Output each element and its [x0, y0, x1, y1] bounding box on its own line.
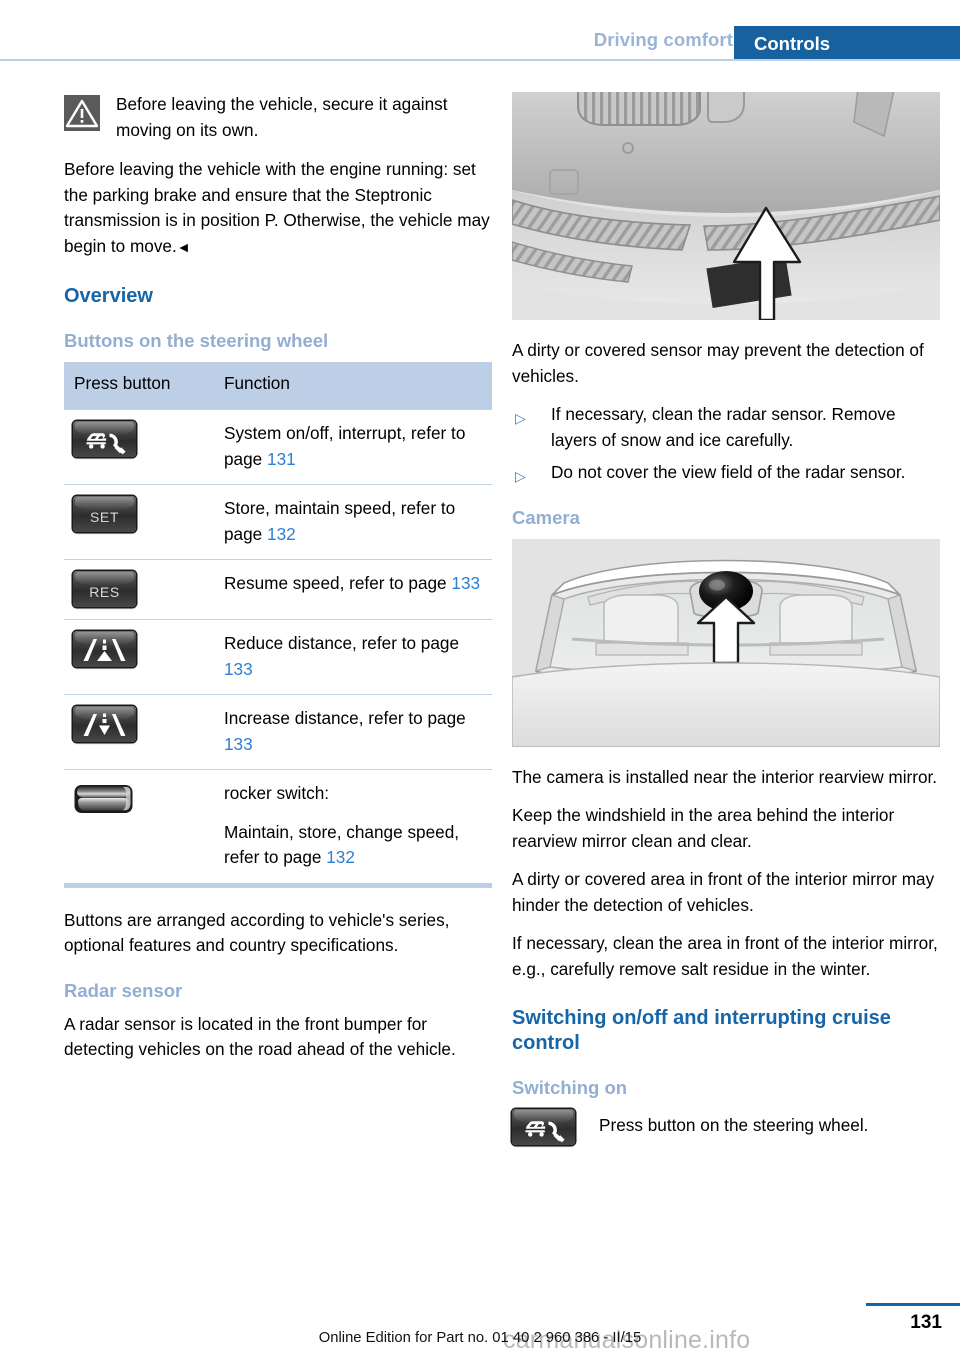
cell-function-text: rocker switch: Maintain, store, change s… [214, 769, 492, 883]
set-button-icon: SET [73, 496, 136, 532]
heading-overview: Overview [64, 285, 153, 307]
page-header: Driving comfort Controls [0, 0, 960, 61]
list-item: ▷ If necessary, clean the radar sensor. … [512, 402, 940, 453]
warning-body-text: Before leaving the vehicle with the engi… [64, 159, 490, 256]
page-reference[interactable]: 132 [326, 847, 355, 867]
cell-function-text: Increase distance, refer to page 133 [214, 694, 492, 770]
triangle-bullet-icon: ▷ [515, 468, 526, 484]
heading-buttons-on-steering-wheel: Buttons on the steering wheel [64, 330, 329, 351]
list-item-label: Do not cover the view field of the radar… [551, 462, 906, 482]
warning-block: Before leaving the vehicle, secure it ag… [64, 92, 492, 143]
res-button-icon: RES [73, 571, 136, 607]
function-text: Resume speed, refer to page [224, 573, 452, 593]
camera-paragraph: Keep the windshield in the area behind t… [512, 805, 895, 851]
reduce-distance-icon [73, 631, 136, 667]
function-line: Reduce distance, refer to page 133 [224, 631, 482, 682]
header-section-badge: Controls [734, 26, 960, 60]
page-reference[interactable]: 133 [224, 734, 253, 754]
cell-button-icon: SET [64, 484, 214, 560]
function-text: Reduce distance, refer to page [224, 633, 460, 653]
warning-triangle-icon [64, 95, 100, 131]
table-row: SET Store, maintain speed, refer to page… [64, 484, 492, 560]
switching-on-text: Press button on the steering wheel. [599, 1115, 869, 1135]
column-header-press-button: Press button [64, 362, 214, 410]
function-text: Store, maintain speed, refer to page [224, 498, 456, 544]
buttons-arrangement-paragraph: Buttons are arranged according to vehicl… [64, 909, 450, 956]
camera-paragraph: The camera is installed near the interio… [512, 766, 938, 787]
function-text: System on/off, interrupt, refer to page [224, 423, 466, 469]
warning-body-paragraph: Before leaving the vehicle with the engi… [64, 157, 492, 260]
cell-button-icon [64, 769, 214, 883]
set-button-label: SET [89, 509, 120, 525]
cell-button-icon: RES [64, 559, 214, 620]
cell-function-text: Store, maintain speed, refer to page 132 [214, 484, 492, 560]
cell-button-icon [64, 619, 214, 695]
table-row: rocker switch: Maintain, store, change s… [64, 769, 492, 883]
function-line: System on/off, interrupt, refer to page … [224, 421, 482, 472]
footer-rule [866, 1303, 960, 1306]
heading-switching-on: Switching on [512, 1077, 628, 1098]
section-end-mark: ◄ [176, 238, 191, 255]
table-row: Increase distance, refer to page 133 [64, 694, 492, 770]
header-section-label: Controls [754, 33, 831, 54]
cruise-control-system-icon [512, 1109, 575, 1145]
warning-text: Before leaving the vehicle, secure it ag… [116, 94, 448, 140]
increase-distance-icon [73, 706, 136, 742]
cell-button-icon [64, 694, 214, 770]
rocker-switch-icon [73, 781, 136, 817]
right-column: A dirty or covered sensor may prevent th… [512, 92, 940, 1147]
page-reference[interactable]: 133 [451, 573, 480, 593]
heading-switching-cruise-control: Switching on/off and interrupting cruise… [512, 1007, 891, 1054]
left-column: Before leaving the vehicle, secure it ag… [64, 92, 492, 1076]
cell-function-text: Reduce distance, refer to page 133 [214, 619, 492, 695]
heading-camera: Camera [512, 506, 580, 528]
radar-bullet-list: ▷ If necessary, clean the radar sensor. … [512, 402, 940, 486]
function-line: Increase distance, refer to page 133 [224, 706, 482, 757]
switching-on-instruction: Press button on the steering wheel. [512, 1109, 940, 1147]
table-row: Reduce distance, refer to page 133 [64, 619, 492, 695]
table-row: RES Resume speed, refer to page 133 [64, 559, 492, 620]
heading-radar-sensor: Radar sensor [64, 979, 183, 1001]
table-row: System on/off, interrupt, refer to page … [64, 409, 492, 485]
radar-dirty-sensor-paragraph: A dirty or covered sensor may prevent th… [512, 340, 924, 386]
list-item: ▷ Do not cover the view field of the rad… [512, 460, 940, 486]
camera-paragraph: If necessary, clean the area in front of… [512, 933, 938, 979]
function-line: Store, maintain speed, refer to page 132 [224, 496, 482, 547]
column-header-function: Function [214, 362, 492, 410]
cell-function-text: System on/off, interrupt, refer to page … [214, 409, 492, 485]
radar-sensor-paragraph: A radar sensor is located in the front b… [64, 1013, 456, 1060]
footer-note: Online Edition for Part no. 01 40 2 960 … [318, 1330, 642, 1346]
cruise-control-system-icon [73, 421, 136, 457]
triangle-bullet-icon: ▷ [515, 410, 526, 426]
cell-function-text: Resume speed, refer to page 133 [214, 559, 492, 620]
header-divider [0, 59, 960, 61]
function-text: Increase distance, refer to page [224, 708, 466, 728]
table-header-row: Press button Function [64, 362, 492, 410]
res-button-label: RES [89, 584, 120, 600]
cell-button-icon [64, 409, 214, 485]
function-line: Resume speed, refer to page 133 [224, 571, 482, 597]
header-chapter-label: Driving comfort [593, 29, 733, 50]
page-reference[interactable]: 131 [267, 449, 296, 469]
list-item-label: If necessary, clean the radar sensor. Re… [551, 404, 896, 450]
table-bottom-rule [64, 882, 492, 888]
camera-windshield-figure [512, 538, 940, 747]
steering-wheel-buttons-table: Press button Function System on/off, int… [64, 362, 492, 883]
page-reference[interactable]: 132 [267, 524, 296, 544]
function-line: rocker switch: [224, 783, 330, 803]
camera-paragraph: A dirty or covered area in front of the … [512, 869, 935, 915]
page-reference[interactable]: 133 [224, 659, 253, 679]
radar-sensor-front-bumper-figure [512, 92, 940, 320]
function-line: Maintain, store, change speed, refer to … [224, 820, 482, 871]
